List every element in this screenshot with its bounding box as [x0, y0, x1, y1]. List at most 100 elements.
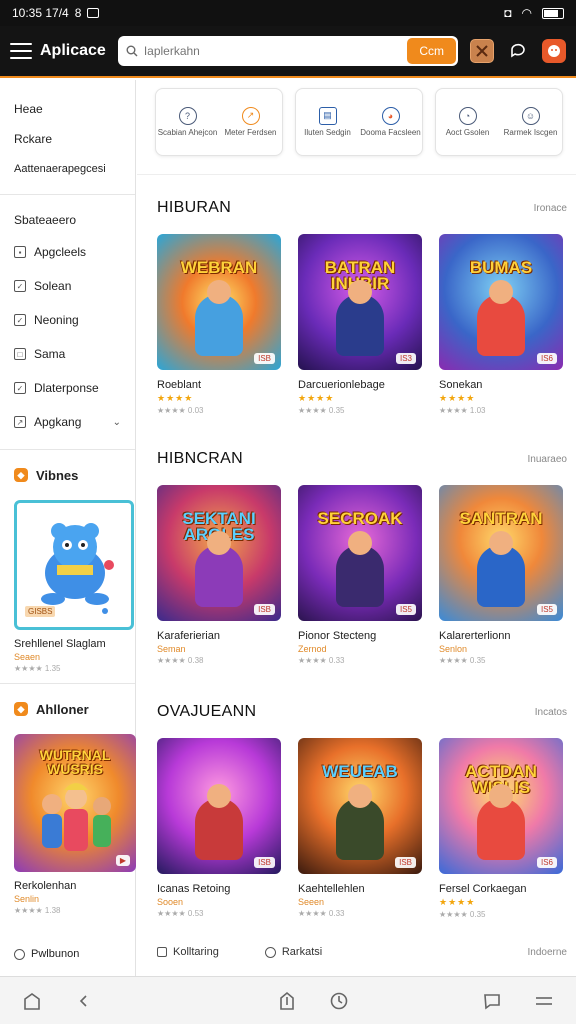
share-icon[interactable] [275, 989, 299, 1013]
game-card[interactable]: WEUEAB ISB Kaehtellehlen Seeen ★★★★ 0.33 [298, 738, 422, 919]
game-badge: ISB [254, 857, 275, 868]
game-badge: IS6 [536, 353, 557, 364]
game-thumbnail: BUMAS IS6 [439, 234, 563, 370]
promo-header-vibnes: ◆ Vibnes [0, 460, 135, 490]
game-card[interactable]: BUMAS IS6 Sonekan ★★★★ ★★★★ 1.03 [439, 234, 563, 415]
promo-card-vibnes[interactable]: GISBS [14, 500, 134, 630]
chevron-down-icon: ⌄ [112, 416, 121, 428]
character-figure [477, 280, 525, 356]
tools-icon[interactable] [470, 39, 494, 63]
game-stars: ★★★★ [157, 393, 194, 403]
promo-header-label: Ahlloner [36, 701, 89, 717]
see-more-link[interactable]: Incatos [535, 707, 567, 718]
see-more-link[interactable]: Inuaraeo [528, 454, 567, 465]
main-content: ? Scabian Ahejcon ↗ Meter Ferdsen ▤ Iluten … [137, 80, 576, 976]
sidebar-link-rckare[interactable]: Rckare [0, 124, 135, 154]
game-card[interactable]: SANTRAN IS5 Kalarerterlionn Senlon ★★★★ … [439, 485, 563, 665]
characters-image [42, 783, 111, 851]
section-title: HIBNCRAN [157, 450, 243, 467]
quick-action-label: Rarmek Iscgen [503, 127, 558, 137]
sidebar-item-label: Neoning [34, 313, 79, 327]
search-button[interactable]: Ccm [407, 38, 456, 64]
home-icon[interactable] [20, 989, 44, 1013]
sidebar-item-solean[interactable]: ✓ Solean [0, 269, 135, 303]
game-thumbnail: WEBRAN ISB [157, 234, 281, 370]
promo-rating: ★★★★ 1.35 [14, 664, 61, 673]
game-card[interactable]: BATRAN INHBIR IS3 Darcuerionlebage ★★★★ … [298, 234, 422, 415]
sidebar-item-dlaterponse[interactable]: ✓ Dlaterponse [0, 371, 135, 405]
sidebar-item-apgkang[interactable]: ↗ Apgkang ⌄ [0, 405, 135, 439]
character-figure [195, 531, 243, 607]
game-thumb-title: BUMAS [469, 258, 533, 277]
promo-card-ahlloner[interactable]: WUTRNAL WUSRIS ▶ [14, 734, 136, 872]
game-subtitle: Senlon [439, 644, 468, 654]
game-stars: ★★★★ [439, 393, 476, 403]
game-card[interactable]: SECROAK IS5 Pionor Stecteng Zernod ★★★★ … [298, 485, 422, 665]
sidebar-bottom-link[interactable]: Pwlbunon [14, 948, 79, 960]
quick-action-label: Scabian Ahejcon [157, 127, 218, 137]
section-title: OVAJUEANN [157, 703, 257, 720]
quick-action-rarmek[interactable]: ☺ Rarmek Iscgen [499, 89, 562, 155]
sidebar: Heae Rckare Aattenaerapegcesi Sbateaeero… [0, 80, 136, 976]
avatar[interactable] [542, 39, 566, 63]
quick-action-iluten[interactable]: ▤ Iluten Sedgin [296, 89, 359, 155]
divider [0, 683, 135, 684]
clock-icon: ◔ [458, 106, 477, 125]
promo-header-ahlloner: ◆ Ahlloner [0, 694, 135, 724]
check-icon: ✓ [14, 314, 26, 326]
sidebar-item-sama[interactable]: □ Sama [0, 337, 135, 371]
sidebar-bottom-label: Pwlbunon [31, 948, 80, 960]
quick-action-aoct[interactable]: ◔ Aoct Gsolen [436, 89, 499, 155]
game-card[interactable]: ISB Icanas Retoing Sooen ★★★★ 0.53 [157, 738, 281, 919]
game-rating: ★★★★ 0.03 [157, 406, 204, 415]
game-rating: ★★★★ 0.35 [439, 910, 486, 919]
promo-name: Srehllenel Slaglam [14, 638, 106, 650]
game-card[interactable]: WEBRAN ISB Roeblant ★★★★ ★★★★ 0.03 [157, 234, 281, 415]
game-thumb-title: WEUEAB [322, 762, 398, 781]
chat-icon[interactable] [506, 39, 530, 63]
back-icon[interactable] [72, 989, 96, 1013]
sidebar-item-neoning[interactable]: ✓ Neoning [0, 303, 135, 337]
menu-icon[interactable] [10, 43, 32, 59]
game-thumbnail: WEUEAB ISB [298, 738, 422, 874]
game-badge: ISB [395, 857, 416, 868]
game-rating: ★★★★ 0.33 [298, 656, 345, 665]
character-figure [477, 531, 525, 607]
game-card[interactable]: ACTDAN WISLIS IS6 Fersel Corkaegan ★★★★ … [439, 738, 563, 919]
status-indicator: 8 [74, 6, 82, 20]
promo-name: Rerkolenhan [14, 880, 77, 892]
quick-action-scabian[interactable]: ? Scabian Ahejcon [156, 89, 219, 155]
sidebar-link-third[interactable]: Aattenaerapegcesi [0, 154, 135, 184]
history-icon[interactable] [327, 989, 351, 1013]
game-section: HIBNCRAN Inuaraeo SEKTANI AROLES ISB Kar… [157, 447, 567, 665]
status-bar: 10:35 17/4 8 ◘ ◠ [0, 0, 576, 26]
game-subtitle: Zernod [298, 644, 327, 654]
game-thumbnail: SEKTANI AROLES ISB [157, 485, 281, 621]
chart-icon: ▤ [318, 106, 337, 125]
bottom-links: Kolltaring Rarkatsi Indoerne [157, 946, 567, 958]
sidebar-section-label: Sbateaeero [14, 213, 77, 227]
search-input[interactable] [143, 44, 408, 58]
quick-action-dooma[interactable]: ◕ Dooma Facsleen [359, 89, 422, 155]
see-more-link[interactable]: Ironace [534, 203, 567, 214]
game-badge: IS5 [395, 604, 416, 615]
chat-icon[interactable] [480, 989, 504, 1013]
character-figure [336, 784, 384, 860]
check-icon: ✓ [14, 382, 26, 394]
bottom-link-rarkatsi[interactable]: Rarkatsi [264, 946, 322, 958]
game-rating: ★★★★ 0.38 [157, 656, 204, 665]
game-rating: ★★★★ 1.03 [439, 406, 486, 415]
game-rating: ★★★★ 0.35 [439, 656, 486, 665]
sidebar-link-home[interactable]: Heae [0, 94, 135, 124]
see-more-link[interactable]: Indoerne [528, 947, 567, 958]
game-card[interactable]: SEKTANI AROLES ISB Karaferierian Seman ★… [157, 485, 281, 665]
external-icon: ↗ [14, 416, 26, 428]
search-bar: Ccm [117, 36, 458, 66]
bottom-link-kolltaring[interactable]: Kolltaring [157, 946, 219, 958]
quick-action-meter[interactable]: ↗ Meter Ferdsen [219, 89, 282, 155]
menu-icon[interactable] [532, 989, 556, 1013]
sidebar-item-apgcleels[interactable]: ▪ Apgcleels [0, 235, 135, 269]
game-name: Kalarerterlionn [439, 630, 511, 642]
sidebar-item-label: Solean [34, 279, 72, 293]
square-icon: □ [14, 348, 26, 360]
